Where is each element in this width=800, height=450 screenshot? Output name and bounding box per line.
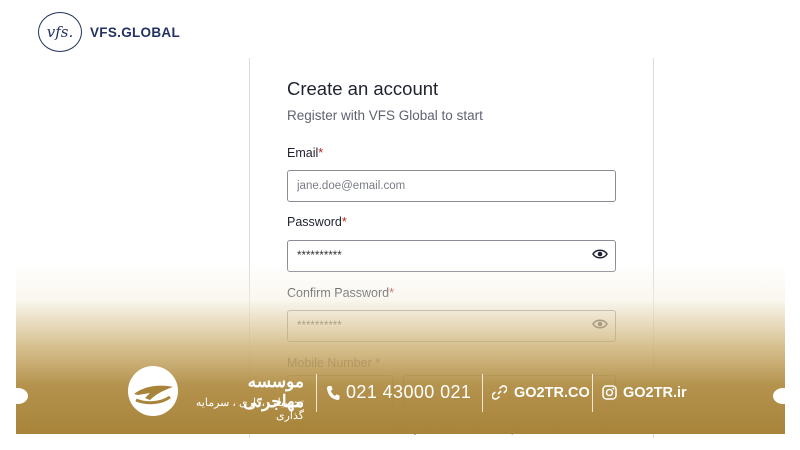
vfs-logo-mark: vfs.	[38, 12, 82, 52]
page-subtitle: Register with VFS Global to start	[287, 108, 483, 123]
eye-icon[interactable]	[592, 248, 608, 260]
instagram-icon	[602, 385, 617, 400]
phone-icon	[327, 386, 340, 400]
confirm-password-label: Confirm Password*	[287, 286, 394, 300]
privacy-notice-link[interactable]: Privacy Notice	[379, 421, 459, 435]
password-field[interactable]	[287, 240, 616, 272]
mobile-number-label: Mobile Number *	[287, 356, 381, 370]
link-icon	[492, 385, 507, 400]
banner-instagram[interactable]: GO2TR.ir	[623, 385, 687, 401]
confirm-password-field[interactable]	[287, 310, 616, 342]
brand-tagline: تحصیلی ،کاری ، سرمایه گذاری	[195, 397, 304, 422]
page-title: Create an account	[287, 78, 439, 99]
banner-notch-right	[773, 388, 793, 404]
banner-divider	[592, 374, 593, 412]
site-header: vfs. VFS.GLOBAL	[0, 0, 800, 60]
plane-icon	[128, 366, 178, 416]
vfs-logo[interactable]: vfs. VFS.GLOBAL	[38, 12, 180, 52]
email-field[interactable]	[287, 170, 616, 202]
password-label: Password*	[287, 215, 347, 229]
banner-notch-left	[8, 388, 28, 404]
banner-divider	[316, 374, 317, 412]
eye-icon[interactable]	[592, 318, 608, 330]
privacy-notice-text: Please read our Privacy Notice which exp…	[287, 421, 613, 435]
vfs-logo-text: VFS.GLOBAL	[90, 24, 180, 40]
banner-phone[interactable]: 021 43000 021	[346, 382, 471, 403]
banner-website[interactable]: GO2TR.CO	[514, 385, 590, 401]
email-label: Email*	[287, 146, 324, 160]
banner-divider	[482, 374, 483, 412]
